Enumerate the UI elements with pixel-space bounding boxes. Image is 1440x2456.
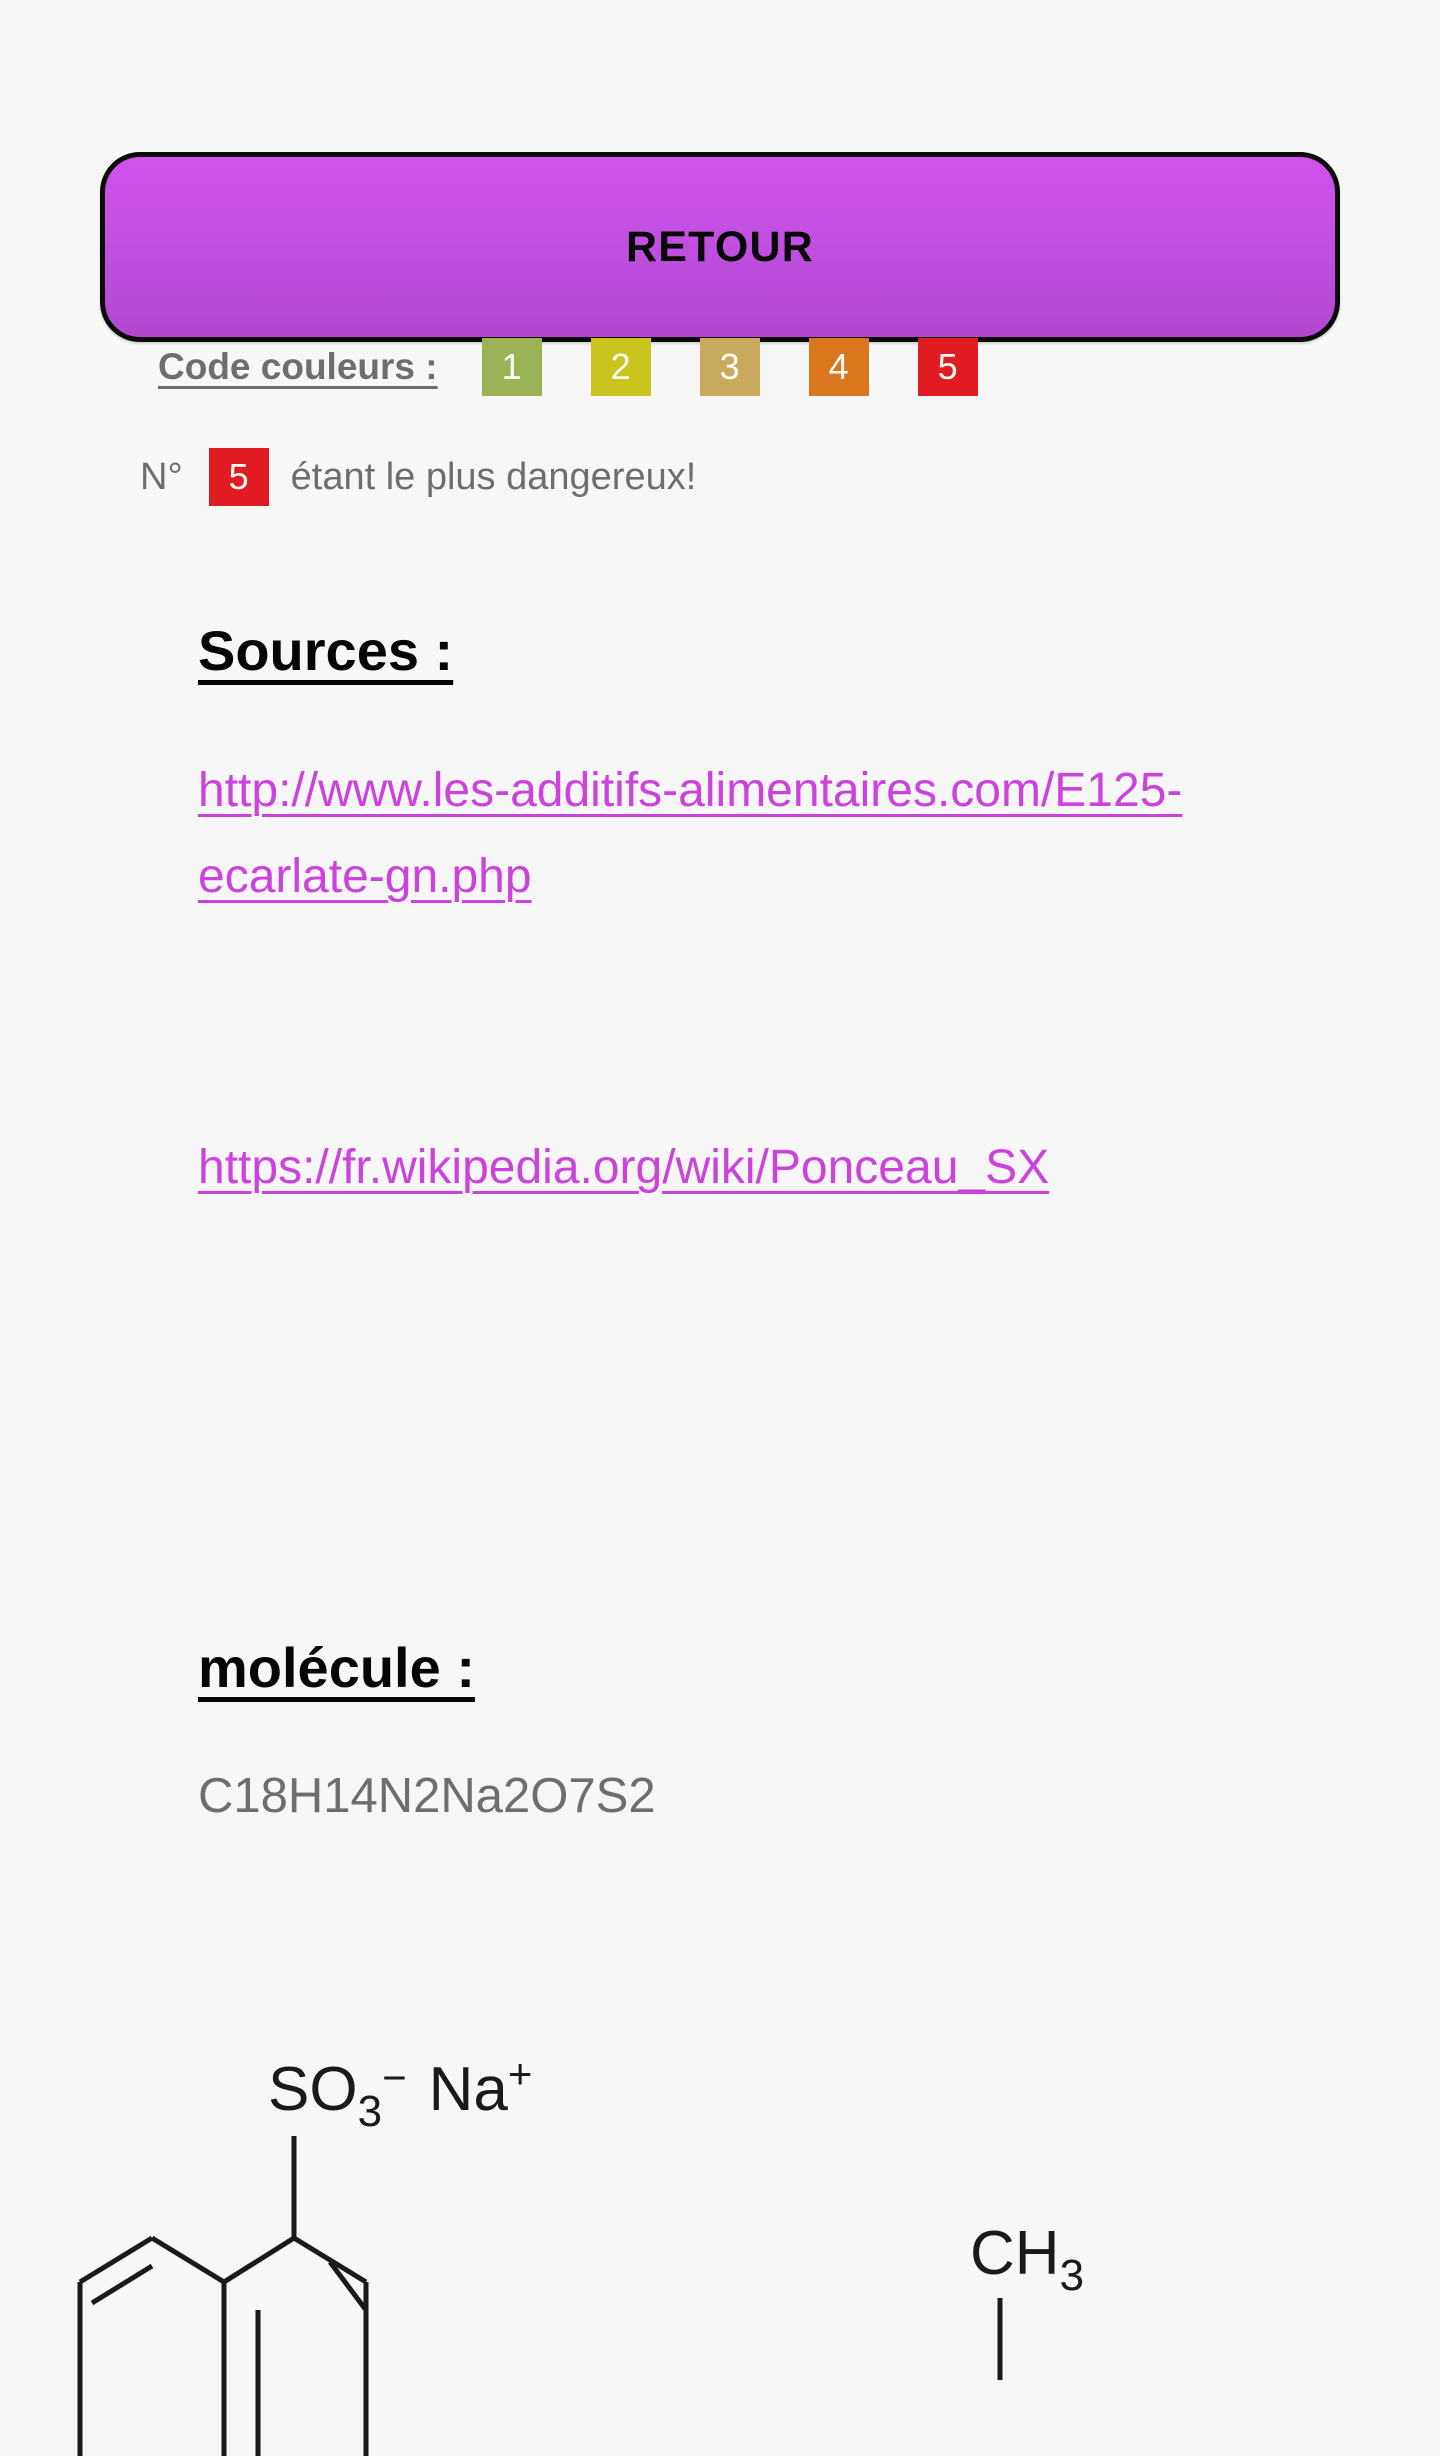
bond-ring-center-up	[222, 2235, 296, 2285]
methyl-label-text: CH3	[970, 2219, 1084, 2300]
danger-note-badge: 5	[208, 448, 269, 506]
danger-note: N° 5 étant le plus dangereux!	[140, 448, 696, 506]
color-code-badge-strip: 1 2 3 4 5	[481, 338, 978, 396]
sodium-charge-text: +	[508, 2050, 533, 2097]
source-link-2[interactable]: https://fr.wikipedia.org/wiki/Ponceau_SX	[198, 1125, 1258, 1211]
color-code-legend: Code couleurs : 1 2 3 4 5	[158, 338, 978, 396]
sodium-symbol-text: Na	[429, 2055, 509, 2124]
sulfonate-label-text: SO3− Na+	[268, 2050, 532, 2136]
color-code-label: Code couleurs :	[158, 346, 438, 387]
danger-note-prefix: N°	[140, 455, 183, 498]
retour-button[interactable]: RETOUR	[100, 152, 1340, 342]
source-link-1[interactable]: http://www.les-additifs-alimentaires.com…	[198, 748, 1258, 920]
sulfonate-subscript-text: 3	[358, 2087, 382, 2136]
bond-ring-right-upper	[292, 2235, 368, 2285]
methyl-ch-text: CH	[970, 2219, 1060, 2288]
methyl-subscript-text: 3	[1060, 2251, 1084, 2300]
color-badge-5: 5	[917, 338, 978, 396]
retour-button-label: RETOUR	[626, 222, 814, 271]
bond-ring-left-lower	[150, 2235, 226, 2285]
molecular-formula: C18H14N2Na2O7S2	[198, 1769, 656, 1823]
molecule-heading: molécule :	[198, 1636, 475, 1699]
sources-heading: Sources :	[198, 619, 454, 682]
molecule-structure-diagram: SO3− Na+ CH3	[0, 2020, 1440, 2456]
color-badge-1: 1	[481, 338, 542, 396]
color-badge-4: 4	[808, 338, 869, 396]
sulfonate-so-text: SO	[268, 2055, 358, 2124]
danger-note-suffix: étant le plus dangereux!	[290, 455, 697, 498]
sulfonate-charge-text: −	[382, 2054, 407, 2101]
color-badge-3: 3	[699, 338, 760, 396]
color-badge-2: 2	[590, 338, 651, 396]
